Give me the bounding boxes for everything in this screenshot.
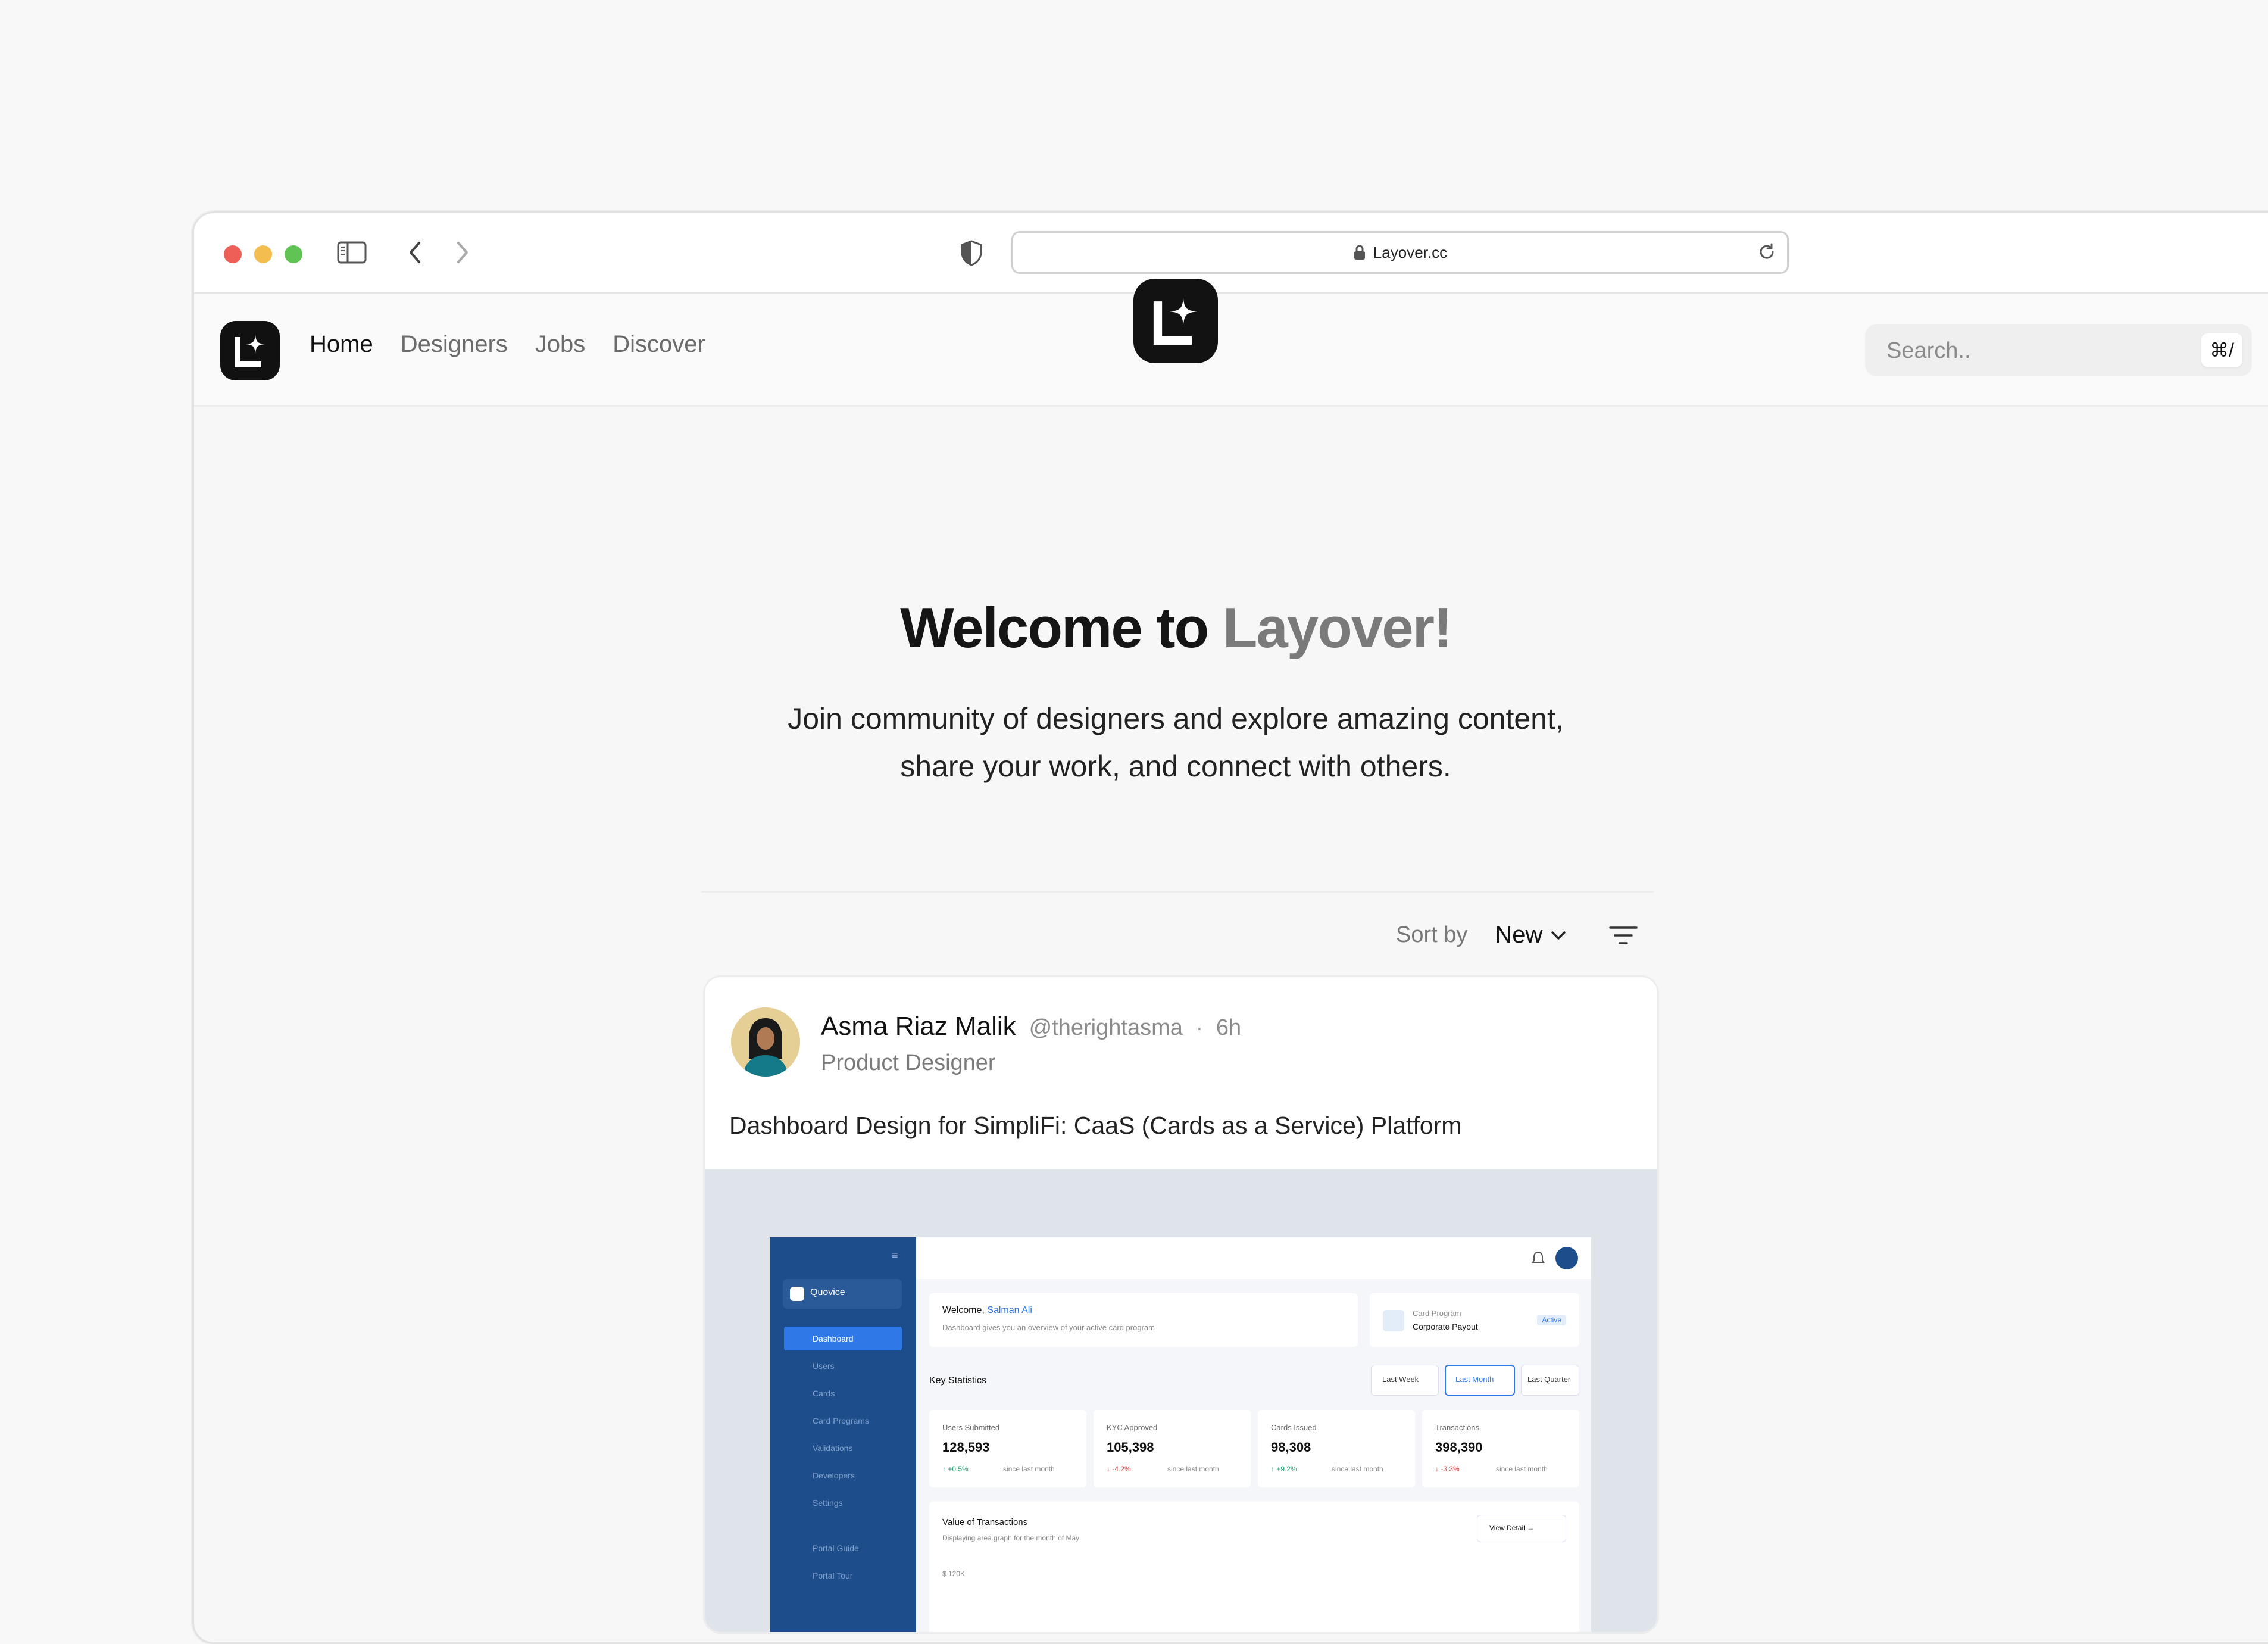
post-time: 6h	[1216, 1015, 1242, 1040]
mock-welcome-card: Welcome, Salman Ali Dashboard gives you …	[929, 1293, 1358, 1347]
search-placeholder: Search..	[1886, 338, 1971, 363]
mock-menu-item: Settings	[813, 1498, 843, 1508]
sort-dropdown[interactable]: New	[1495, 922, 1542, 949]
mock-brand-name: Quovice	[810, 1287, 845, 1297]
mock-menu-item: Portal Tour	[813, 1571, 853, 1580]
reload-icon[interactable]	[1757, 242, 1776, 261]
author-name[interactable]: Asma Riaz Malik	[821, 1012, 1016, 1041]
mock-program-status: Active	[1537, 1315, 1566, 1325]
mock-welcome: Welcome, Salman Ali	[942, 1305, 1032, 1315]
mock-menu-item: Portal Guide	[813, 1543, 859, 1553]
mock-welcome-sub: Dashboard gives you an overview of your …	[942, 1323, 1155, 1332]
nav-discover[interactable]: Discover	[613, 331, 705, 358]
avatar[interactable]	[731, 1007, 800, 1077]
mock-stat-card: Transactions 398,390 ↓ -3.3% since last …	[1422, 1410, 1579, 1487]
mock-menu-item: Cards	[813, 1389, 835, 1398]
mock-user-avatar	[1555, 1247, 1578, 1269]
meta-separator: ·	[1195, 1015, 1203, 1040]
hero-logo	[1133, 279, 1218, 363]
chevron-down-icon[interactable]	[1550, 929, 1567, 941]
minimize-window-button[interactable]	[254, 245, 272, 263]
mock-range-quarter: Last Quarter	[1521, 1365, 1579, 1396]
address-bar[interactable]: Layover.cc	[1011, 231, 1789, 274]
hero-subtitle-line2: share your work, and connect with others…	[900, 750, 1451, 783]
author-line: Asma Riaz Malik @therightasma · 6h	[821, 1012, 1241, 1041]
hero-subtitle-line1: Join community of designers and explore …	[788, 702, 1564, 735]
privacy-shield-icon[interactable]	[960, 239, 983, 267]
mock-stat-card: Users Submitted 128,593 ↑ +0.5% since la…	[929, 1410, 1086, 1487]
layover-logo-icon	[1153, 298, 1197, 345]
mock-program-name: Corporate Payout	[1413, 1322, 1478, 1331]
author-photo	[731, 1007, 800, 1077]
post-preview-image[interactable]: ≡ Quovice Dashboard Users Cards Card Pro…	[705, 1169, 1657, 1632]
mock-brand-icon	[790, 1287, 804, 1301]
hero-title-prefix: Welcome to	[900, 596, 1223, 660]
search-input[interactable]: Search.. ⌘/	[1865, 324, 2252, 376]
mock-menu-item: Validations	[813, 1443, 853, 1453]
mock-y-tick: $ 120K	[942, 1570, 966, 1578]
maximize-window-button[interactable]	[285, 245, 302, 263]
lock-icon	[1354, 245, 1365, 260]
url-text: Layover.cc	[1373, 243, 1448, 261]
mock-menu-item: Dashboard	[784, 1327, 902, 1350]
mock-topbar	[916, 1237, 1591, 1279]
site-header: Home Designers Jobs Discover Search.. ⌘/	[194, 294, 2268, 407]
mock-program-label: Card Program	[1413, 1309, 1461, 1318]
nav-designers[interactable]: Designers	[401, 331, 508, 358]
author-role: Product Designer	[821, 1050, 996, 1075]
close-window-button[interactable]	[224, 245, 242, 263]
mock-view-detail: View Detail →	[1477, 1515, 1566, 1542]
hero-title: Welcome to Layover!	[595, 595, 1756, 661]
hero-subtitle: Join community of designers and explore …	[774, 695, 1577, 790]
mock-program-card: Card Program Corporate Payout Active	[1370, 1293, 1579, 1347]
mock-menu-item: Users	[813, 1361, 835, 1371]
search-shortcut-badge: ⌘/	[2201, 333, 2242, 367]
mock-bell-icon	[1532, 1251, 1545, 1263]
back-arrow-icon[interactable]	[406, 241, 424, 264]
hero-title-brand: Layover!	[1222, 596, 1452, 660]
nav-jobs[interactable]: Jobs	[535, 331, 586, 358]
mock-range-month: Last Month	[1445, 1365, 1515, 1396]
filter-icon[interactable]	[1609, 925, 1638, 946]
mock-menu-item: Developers	[813, 1471, 855, 1480]
main-navigation: Home Designers Jobs Discover	[310, 331, 705, 358]
layover-logo[interactable]	[220, 321, 280, 380]
mock-txn-sub: Displaying area graph for the month of M…	[942, 1534, 1080, 1542]
sort-controls: Sort by New	[1396, 922, 1638, 949]
post-title[interactable]: Dashboard Design for SimpliFi: CaaS (Car…	[729, 1112, 1461, 1140]
mock-card-icon	[1383, 1310, 1404, 1331]
mock-menu-item: Card Programs	[813, 1416, 869, 1425]
author-handle[interactable]: @therightasma	[1029, 1015, 1183, 1041]
feed-divider	[701, 891, 1654, 893]
mock-transactions-card: Value of Transactions Displaying area gr…	[929, 1502, 1579, 1632]
mock-stat-card: KYC Approved 105,398 ↓ -4.2% since last …	[1094, 1410, 1251, 1487]
post-card[interactable]: Asma Riaz Malik @therightasma · 6h Produ…	[703, 975, 1659, 1634]
mock-stat-card: Cards Issued 98,308 ↑ +9.2% since last m…	[1258, 1410, 1415, 1487]
mock-txn-title: Value of Transactions	[942, 1517, 1028, 1527]
mock-brand: Quovice	[783, 1279, 902, 1309]
dashboard-mockup: ≡ Quovice Dashboard Users Cards Card Pro…	[770, 1237, 1591, 1632]
sidebar-toggle-icon[interactable]	[337, 241, 367, 264]
mock-stats-title: Key Statistics	[929, 1375, 987, 1386]
mock-sidebar: ≡ Quovice Dashboard Users Cards Card Pro…	[770, 1237, 916, 1632]
mock-menu-icon: ≡	[892, 1249, 898, 1261]
browser-titlebar: Layover.cc	[194, 213, 2268, 294]
layover-logo-icon	[235, 335, 265, 367]
mock-range-week: Last Week	[1371, 1365, 1439, 1396]
forward-arrow-icon[interactable]	[454, 241, 471, 264]
mock-main: Welcome, Salman Ali Dashboard gives you …	[916, 1237, 1591, 1632]
nav-home[interactable]: Home	[310, 331, 373, 358]
sort-label: Sort by	[1396, 922, 1468, 947]
